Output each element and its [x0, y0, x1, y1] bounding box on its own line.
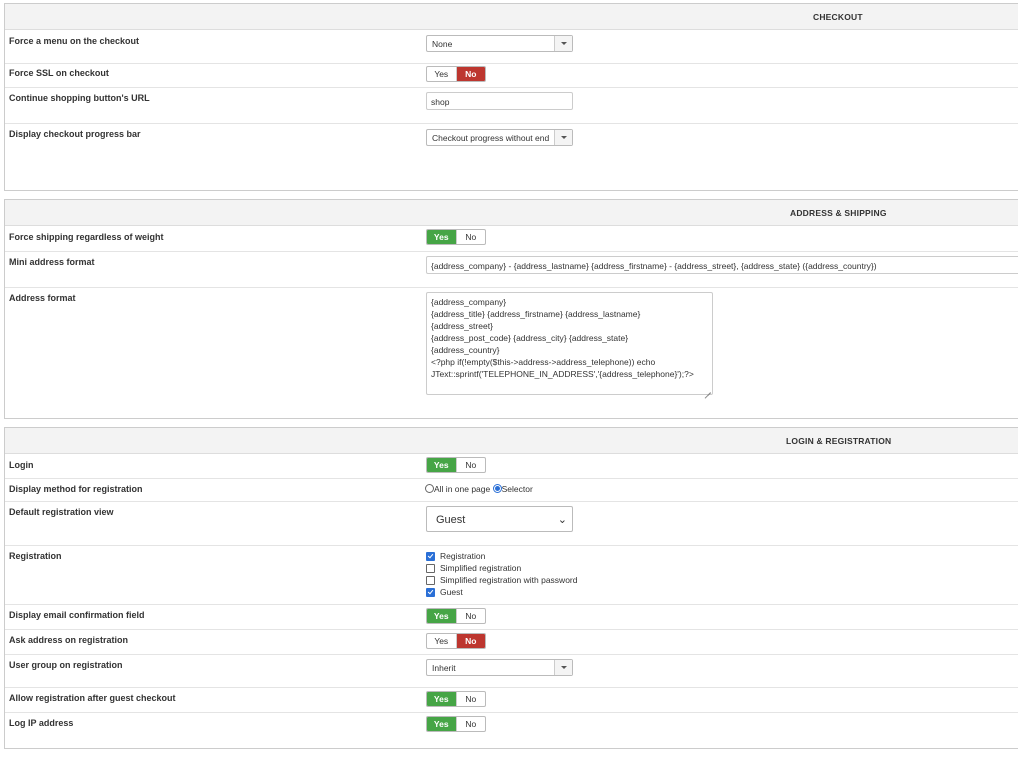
user-group-select[interactable]: Inherit: [426, 659, 573, 676]
allow-after-guest-no-button[interactable]: No: [455, 692, 486, 706]
ask-address-yes-button[interactable]: Yes: [427, 634, 456, 648]
radio-all-in-one-label: All in one page: [434, 484, 491, 494]
checkbox-unchecked[interactable]: [426, 564, 435, 573]
address-format-line: <?php if(!empty($this->address->address_…: [431, 357, 656, 367]
mini-address-row: Mini address format {address_company} - …: [5, 251, 1018, 288]
email-confirm-row: Display email confirmation field Yes No: [5, 604, 1018, 630]
log-ip-no-button[interactable]: No: [455, 717, 486, 731]
force-menu-select[interactable]: None: [426, 35, 573, 52]
force-shipping-toggle[interactable]: Yes No: [426, 229, 486, 245]
chevron-down-icon: ⌄: [557, 514, 567, 526]
address-format-line: {address_company}: [431, 297, 507, 307]
login-label: Login: [9, 460, 34, 470]
default-view-select[interactable]: Guest ⌄: [426, 506, 573, 532]
force-ssl-label: Force SSL on checkout: [9, 68, 109, 78]
log-ip-row: Log IP address Yes No: [5, 712, 1018, 746]
force-shipping-yes-button[interactable]: Yes: [427, 230, 456, 244]
default-view-row: Default registration view Guest ⌄: [5, 501, 1018, 546]
address-shipping-title: ADDRESS & SHIPPING: [790, 208, 887, 218]
force-shipping-no-button[interactable]: No: [455, 230, 486, 244]
force-ssl-row: Force SSL on checkout Yes No: [5, 63, 1018, 88]
log-ip-yes-button[interactable]: Yes: [427, 717, 456, 731]
login-yes-button[interactable]: Yes: [427, 458, 456, 472]
progress-bar-row: Display checkout progress bar Checkout p…: [5, 123, 1018, 191]
force-shipping-label: Force shipping regardless of weight: [9, 232, 164, 242]
default-view-label: Default registration view: [9, 507, 114, 517]
login-toggle[interactable]: Yes No: [426, 457, 486, 473]
log-ip-label: Log IP address: [9, 718, 74, 728]
checkbox-checked[interactable]: [426, 552, 435, 561]
display-method-radio-group: All in one page Selector: [425, 484, 533, 494]
allow-after-guest-toggle[interactable]: Yes No: [426, 691, 486, 707]
checkbox-unchecked[interactable]: [426, 576, 435, 585]
email-confirm-toggle[interactable]: Yes No: [426, 608, 486, 624]
login-registration-panel: LOGIN & REGISTRATION Login Yes No Displa…: [4, 427, 1018, 749]
radio-selector[interactable]: [492, 484, 502, 493]
address-format-row: Address format {address_company} {addres…: [5, 287, 1018, 417]
address-format-label: Address format: [9, 293, 76, 303]
address-format-line: {address_post_code} {address_city} {addr…: [431, 333, 629, 343]
mini-address-label: Mini address format: [9, 257, 95, 267]
checkout-panel: CHECKOUT Force a menu on the checkout No…: [4, 3, 1018, 191]
ask-address-row: Ask address on registration Yes No: [5, 629, 1018, 655]
checkout-title: CHECKOUT: [813, 12, 863, 22]
allow-after-guest-yes-button[interactable]: Yes: [427, 692, 456, 706]
display-method-label: Display method for registration: [9, 484, 143, 494]
address-format-line: {address_title} {address_firstname} {add…: [431, 309, 641, 319]
address-shipping-header: ADDRESS & SHIPPING: [5, 200, 1018, 226]
login-row: Login Yes No: [5, 454, 1018, 479]
progress-bar-label: Display checkout progress bar: [9, 129, 141, 139]
registration-label: Registration: [9, 551, 62, 561]
email-confirm-yes-button[interactable]: Yes: [427, 609, 456, 623]
mini-address-input[interactable]: {address_company} - {address_lastname} {…: [426, 256, 1018, 274]
ask-address-toggle[interactable]: Yes No: [426, 633, 486, 649]
address-format-line: JText::sprintf('TELEPHONE_IN_ADDRESS','{…: [431, 369, 694, 379]
chevron-down-icon: [554, 660, 572, 675]
checkbox-checked[interactable]: [426, 588, 435, 597]
force-ssl-no-button[interactable]: No: [455, 67, 485, 81]
login-registration-header: LOGIN & REGISTRATION: [5, 428, 1018, 454]
radio-selector-label: Selector: [501, 484, 533, 494]
address-shipping-panel: ADDRESS & SHIPPING Force shipping regard…: [4, 199, 1018, 419]
force-ssl-yes-button[interactable]: Yes: [427, 67, 456, 81]
ask-address-no-button[interactable]: No: [455, 634, 485, 648]
force-menu-row: Force a menu on the checkout None: [5, 30, 1018, 64]
checkout-header: CHECKOUT: [5, 4, 1018, 30]
registration-row: Registration Registration Simplified reg…: [5, 545, 1018, 605]
display-method-row: Display method for registration All in o…: [5, 478, 1018, 502]
continue-url-input[interactable]: shop: [426, 92, 573, 110]
login-registration-title: LOGIN & REGISTRATION: [786, 436, 892, 446]
force-shipping-row: Force shipping regardless of weight Yes …: [5, 226, 1018, 252]
progress-bar-select[interactable]: Checkout progress without end: [426, 129, 573, 146]
force-ssl-toggle[interactable]: Yes No: [426, 66, 486, 82]
continue-url-label: Continue shopping button's URL: [9, 93, 150, 103]
address-format-line: {address_country}: [431, 345, 500, 355]
user-group-row: User group on registration Inherit: [5, 654, 1018, 688]
chevron-down-icon: [554, 130, 572, 145]
user-group-label: User group on registration: [9, 660, 123, 670]
address-format-line: {address_street}: [431, 321, 493, 331]
email-confirm-label: Display email confirmation field: [9, 610, 145, 620]
continue-url-row: Continue shopping button's URL shop: [5, 87, 1018, 124]
radio-all-in-one[interactable]: [425, 484, 434, 493]
force-menu-label: Force a menu on the checkout: [9, 36, 140, 46]
ask-address-label: Ask address on registration: [9, 635, 129, 645]
login-no-button[interactable]: No: [455, 458, 486, 472]
resize-grip-icon[interactable]: [703, 385, 711, 393]
registration-options: Registration Simplified registration Sim…: [426, 551, 626, 602]
address-format-textarea[interactable]: {address_company} {address_title} {addre…: [426, 292, 713, 395]
chevron-down-icon: [554, 36, 572, 51]
allow-after-guest-label: Allow registration after guest checkout: [9, 693, 176, 703]
email-confirm-no-button[interactable]: No: [455, 609, 486, 623]
allow-after-guest-row: Allow registration after guest checkout …: [5, 687, 1018, 713]
log-ip-toggle[interactable]: Yes No: [426, 716, 486, 732]
